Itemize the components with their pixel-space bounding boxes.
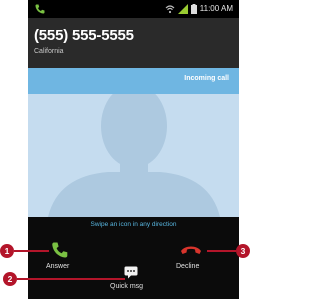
callout-marker-3: 3 [236, 244, 250, 258]
incoming-call-screen: 11:00 AM (555) 555-5555 California Incom… [28, 0, 239, 299]
call-active-icon [35, 4, 45, 14]
swipe-hint: Swipe an icon in any direction [90, 221, 177, 228]
status-bar: 11:00 AM [28, 0, 239, 18]
wifi-icon [165, 5, 175, 14]
answer-label: Answer [46, 263, 70, 270]
caller-location: California [34, 48, 64, 55]
call-actions-panel: Swipe an icon in any direction Answer De… [28, 217, 239, 299]
decline-button[interactable] [180, 243, 202, 257]
quick-message-button[interactable] [124, 266, 138, 279]
answer-button[interactable] [50, 240, 70, 260]
callout-line-answer [14, 250, 49, 252]
incoming-call-label: Incoming call [184, 75, 229, 82]
callout-line-quick-msg [17, 278, 125, 280]
incoming-call-banner: Incoming call [28, 68, 239, 94]
status-icons: 11:00 AM [165, 3, 233, 15]
callout-line-decline [207, 250, 236, 252]
signal-icon [177, 4, 188, 14]
status-time: 11:00 AM [199, 4, 233, 13]
caller-info: (555) 555-5555 California [28, 18, 239, 68]
callout-marker-1: 1 [0, 244, 14, 258]
quick-message-label: Quick msg [110, 283, 144, 290]
callout-marker-2: 2 [3, 272, 17, 286]
decline-label: Decline [176, 263, 200, 270]
battery-icon [190, 4, 197, 14]
caller-number: (555) 555-5555 [34, 27, 134, 44]
